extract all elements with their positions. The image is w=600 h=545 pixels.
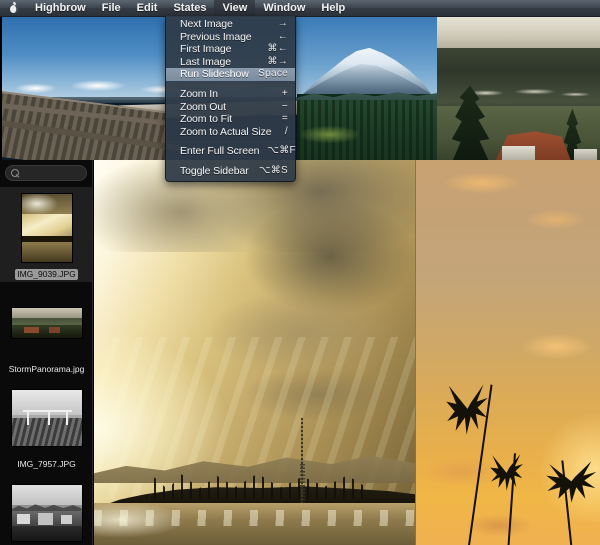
thumbnail-item-stormpanorama[interactable]: StormPanorama.jpg: [0, 282, 92, 377]
menubar-item-states[interactable]: States: [165, 0, 214, 17]
menu-item-shortcut: Space: [258, 68, 288, 80]
thumbnail-item-img-9039[interactable]: IMG_9039.JPG: [0, 187, 92, 282]
radio-tower: [299, 417, 306, 503]
menu-item-zoom-out[interactable]: Zoom Out −: [166, 101, 295, 114]
menu-item-first-image[interactable]: First Image ⌘←: [166, 43, 295, 56]
apple-menu[interactable]: [0, 0, 27, 17]
menu-item-shortcut: ⌥⌘S: [258, 164, 288, 176]
sunset-water-sparkle: [94, 502, 223, 545]
thumbnail-art-storm-panorama: [10, 307, 83, 339]
menu-item-shortcut: ⌥⌘F: [267, 145, 296, 157]
palm-cloud-3: [504, 329, 600, 365]
apple-logo-icon: [9, 3, 18, 14]
storm-house-secondary: [573, 148, 597, 160]
menu-item-shortcut: +: [281, 87, 288, 99]
highbrow-app-window: Highbrow File Edit States View Window He…: [0, 0, 600, 545]
menu-item-zoom-in[interactable]: Zoom In +: [166, 88, 295, 101]
menu-item-shortcut: =: [281, 113, 288, 125]
thumbnail-item-img-7977[interactable]: IMG_7977.JPG: [0, 472, 92, 545]
thumbnail-art-pier-bw: [10, 389, 83, 447]
menu-item-shortcut: ⌘←: [267, 43, 288, 55]
menubar-label-edit: Edit: [136, 1, 158, 14]
thumbnail-sidebar: IMG_9039.JPG StormPanorama.jpg IMG_7957.…: [0, 160, 93, 545]
menu-separator: [167, 83, 294, 85]
thumbnail-label: StormPanorama.jpg: [8, 364, 85, 374]
menu-separator: [167, 141, 294, 143]
palm-tree-3: [546, 460, 597, 545]
palm-sunset-photo[interactable]: [415, 160, 600, 545]
menu-item-shortcut: −: [281, 100, 288, 112]
background-image-strip: [0, 17, 600, 160]
menubar-item-edit[interactable]: Edit: [129, 0, 166, 17]
menubar-item-highbrow[interactable]: Highbrow: [27, 0, 94, 17]
menu-item-label: Previous Image: [180, 30, 252, 43]
menu-item-label: Zoom to Actual Size: [180, 125, 272, 138]
menubar-label-states: States: [173, 1, 207, 14]
menu-item-zoom-to-fit[interactable]: Zoom to Fit =: [166, 113, 295, 126]
storm-photo: [437, 17, 600, 160]
menu-item-shortcut: →: [277, 18, 288, 29]
menu-separator: [167, 160, 294, 162]
menu-item-shortcut: ⌘→: [267, 55, 288, 67]
palm-tree-1: [445, 383, 493, 545]
menubar-item-help[interactable]: Help: [313, 0, 353, 17]
palm-fronds-2: [490, 454, 523, 491]
menu-item-label: Run Slideshow: [180, 68, 249, 81]
window-left-edge: [0, 17, 2, 160]
menubar-label-view: View: [222, 1, 248, 14]
palm-cloud-1: [427, 167, 538, 199]
palm-fronds-3: [546, 461, 597, 503]
thumbnail-label: IMG_9039.JPG: [15, 269, 78, 280]
menubar-label-window: Window: [263, 1, 306, 14]
palm-trunk-3: [561, 460, 573, 545]
palm-fronds-1: [446, 384, 488, 435]
menu-item-last-image[interactable]: Last Image ⌘→: [166, 56, 295, 69]
menu-item-shortcut: /: [284, 125, 288, 137]
menubar-item-file[interactable]: File: [94, 0, 129, 17]
menu-item-label: Zoom Out: [180, 100, 226, 113]
menu-item-enter-full-screen[interactable]: Enter Full Screen ⌥⌘F: [166, 145, 296, 158]
search-field[interactable]: [5, 165, 92, 181]
menu-bar: Highbrow File Edit States View Window He…: [0, 0, 600, 17]
menubar-item-window[interactable]: Window: [255, 0, 313, 17]
menu-item-shortcut: ←: [277, 30, 288, 42]
thumbnail-item-img-7957[interactable]: IMG_7957.JPG: [0, 377, 92, 472]
storm-house-wall: [502, 145, 535, 160]
thumbnail-image-box: [8, 190, 86, 266]
menu-item-zoom-to-actual-size[interactable]: Zoom to Actual Size /: [166, 126, 295, 139]
menu-item-label: Toggle Sidebar: [180, 164, 249, 177]
menu-item-next-image[interactable]: Next Image →: [166, 18, 295, 31]
menu-item-label: Next Image: [180, 18, 233, 30]
sunset-coastline-photo[interactable]: [94, 160, 415, 545]
search-input[interactable]: [20, 168, 92, 178]
rainier-meadow: [299, 125, 359, 143]
menu-item-label: Last Image: [180, 55, 231, 68]
menu-item-label: Zoom In: [180, 87, 218, 100]
menu-item-run-slideshow[interactable]: Run Slideshow Space: [166, 68, 295, 81]
view-menu-dropdown: Next Image → Previous Image ← First Imag…: [165, 16, 296, 182]
thumbnail-image-box: [8, 285, 86, 361]
menubar-label-highbrow: Highbrow: [35, 1, 86, 14]
menubar-label-help: Help: [321, 1, 346, 14]
thumbnail-art-town-bw: [10, 484, 83, 542]
thumbnail-label: IMG_7957.JPG: [17, 459, 76, 469]
thumbnail-image-box: [8, 380, 86, 456]
thumbnail-image-box: [8, 475, 86, 545]
rainier-photo: [297, 17, 437, 160]
menubar-label-file: File: [101, 1, 121, 14]
palm-tree-2: [490, 452, 524, 545]
search-icon: [11, 168, 20, 178]
menubar-item-view[interactable]: View: [214, 0, 256, 17]
image-viewer: [94, 160, 600, 545]
menu-item-previous-image[interactable]: Previous Image ←: [166, 31, 295, 44]
palm-cloud-2: [515, 206, 597, 234]
menu-item-label: First Image: [180, 43, 232, 56]
menu-item-toggle-sidebar[interactable]: Toggle Sidebar ⌥⌘S: [166, 165, 295, 178]
menu-item-label: Zoom to Fit: [180, 113, 232, 126]
menu-item-label: Enter Full Screen: [180, 145, 260, 158]
thumbnail-art-sunset-beach: [20, 193, 73, 263]
